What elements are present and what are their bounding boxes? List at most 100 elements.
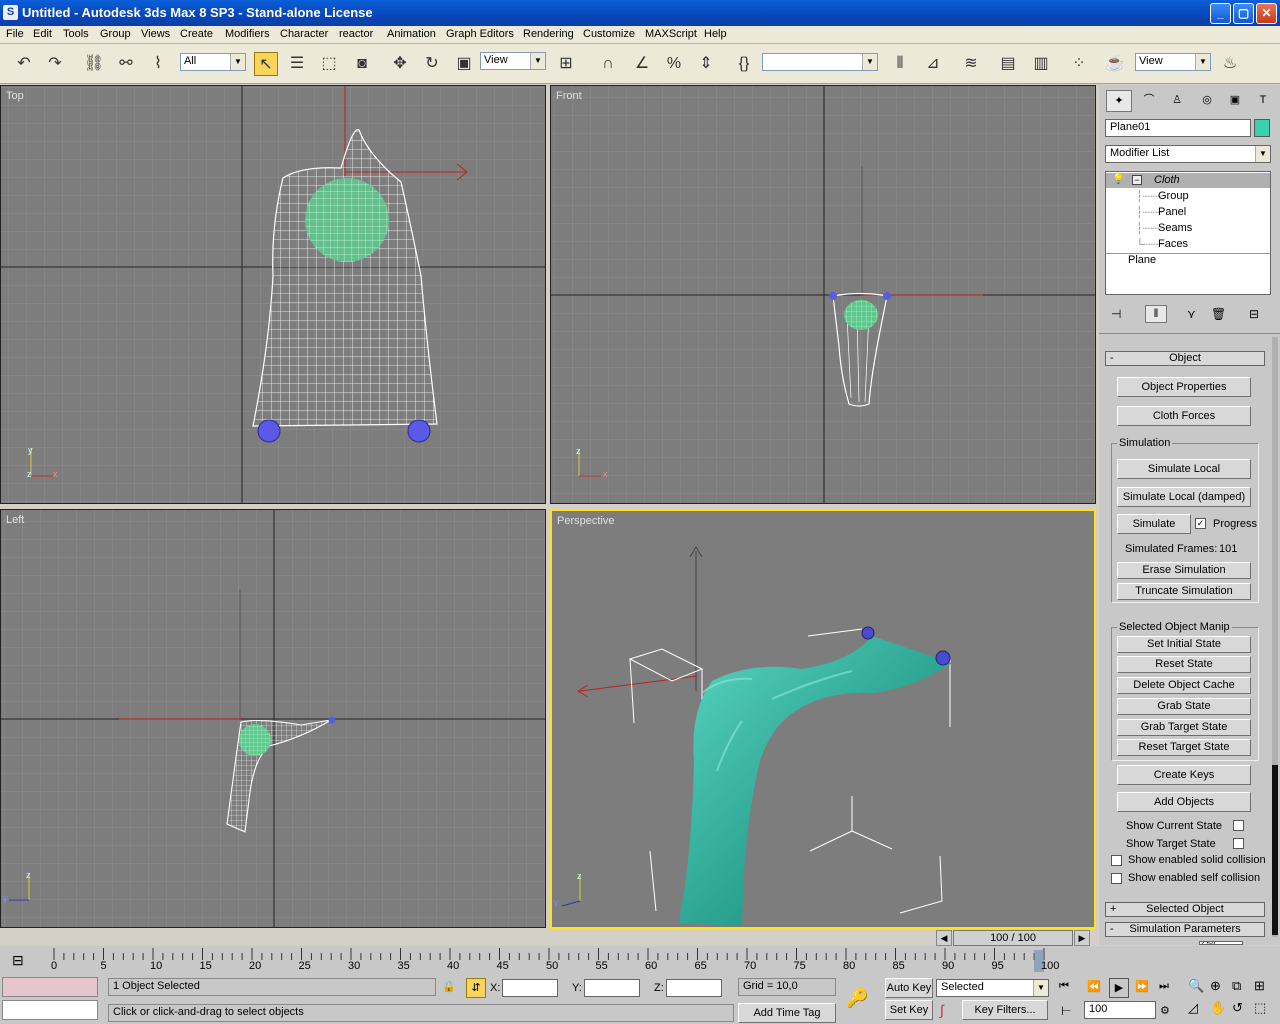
go-to-start-icon[interactable]: ⏮ <box>1059 980 1069 993</box>
spinner-field[interactable]: 2.54 <box>1199 941 1243 945</box>
zoom-extents-icon[interactable]: ⧉ <box>1232 978 1241 994</box>
menu-file[interactable]: File <box>6 28 24 40</box>
menu-animation[interactable]: Animation <box>387 28 436 40</box>
percent-snap-icon[interactable]: % <box>662 52 686 76</box>
pan-icon[interactable]: ✋ <box>1210 1000 1226 1016</box>
stack-item-faces[interactable]: Faces <box>1158 238 1188 250</box>
select-and-link-icon[interactable]: ⛓ <box>82 52 106 76</box>
viewport-label-top[interactable]: Top <box>6 90 24 102</box>
pivot-center-icon[interactable]: ⊞ <box>554 52 578 76</box>
edit-named-selection-icon[interactable]: {} <box>732 52 756 76</box>
close-button[interactable]: ✕ <box>1256 3 1277 24</box>
previous-frame-arrow[interactable]: ◀ <box>936 930 952 946</box>
viewport-label-perspective[interactable]: Perspective <box>557 515 614 527</box>
set-key-button[interactable]: Set Key <box>885 1000 933 1020</box>
selection-filter-dropdown[interactable]: All ▼ <box>180 53 246 71</box>
select-object-icon[interactable]: ↖ <box>254 52 278 76</box>
zoom-icon[interactable]: 🔍 <box>1188 978 1204 994</box>
grab-target-state-button[interactable]: Grab Target State <box>1117 719 1251 736</box>
stack-item-cloth-row[interactable] <box>1106 173 1270 188</box>
key-tangent-icon[interactable]: ∫ <box>940 1002 944 1018</box>
delete-object-cache-button[interactable]: Delete Object Cache <box>1117 677 1251 694</box>
key-mode-dropdown[interactable]: Selected ▼ <box>936 979 1049 997</box>
y-coordinate-field[interactable] <box>584 979 640 997</box>
remove-modifier-icon[interactable]: 🗑 <box>1211 307 1226 321</box>
unlink-icon[interactable]: ⚯ <box>114 52 138 76</box>
render-scene-icon[interactable]: ☕ <box>1103 52 1127 76</box>
modify-tab-icon[interactable]: ⌒ <box>1136 90 1162 112</box>
simulate-local-damped-button[interactable]: Simulate Local (damped) <box>1117 487 1251 507</box>
reset-state-button[interactable]: Reset State <box>1117 656 1251 673</box>
menu-group[interactable]: Group <box>100 28 131 40</box>
curve-editor-icon[interactable]: ▤ <box>996 52 1020 76</box>
grab-state-button[interactable]: Grab State <box>1117 698 1251 715</box>
field-of-view-icon[interactable]: ◿ <box>1188 1000 1198 1016</box>
erase-simulation-button[interactable]: Erase Simulation <box>1117 562 1251 579</box>
angle-snap-icon[interactable]: ∠ <box>630 52 654 76</box>
material-editor-icon[interactable]: ⁘ <box>1067 52 1091 76</box>
named-selection-dropdown[interactable]: ▼ <box>762 53 878 71</box>
viewport-label-front[interactable]: Front <box>556 90 582 102</box>
mirror-icon[interactable]: ⫴ <box>888 52 912 76</box>
set-initial-state-button[interactable]: Set Initial State <box>1117 636 1251 653</box>
select-by-name-icon[interactable]: ☰ <box>285 52 309 76</box>
viewport-left[interactable]: z y Left <box>0 509 546 928</box>
reset-target-state-button[interactable]: Reset Target State <box>1117 739 1251 756</box>
add-objects-button[interactable]: Add Objects <box>1117 792 1251 812</box>
make-unique-icon[interactable]: ⋎ <box>1187 307 1196 321</box>
zoom-all-icon[interactable]: ⊕ <box>1210 978 1221 994</box>
next-key-icon[interactable]: ⏩ <box>1135 980 1149 993</box>
maximize-viewport-icon[interactable]: ⬚ <box>1254 1000 1266 1016</box>
absolute-mode-icon[interactable]: ⇵ <box>466 978 486 998</box>
window-crossing-icon[interactable]: ◙ <box>350 52 374 76</box>
utilities-tab-icon[interactable]: T <box>1250 90 1276 112</box>
display-tab-icon[interactable]: ▣ <box>1222 90 1248 112</box>
modifier-list-dropdown[interactable]: Modifier List ▼ <box>1105 145 1271 163</box>
stack-item-cloth[interactable]: Cloth <box>1154 174 1180 186</box>
object-color-swatch[interactable] <box>1254 119 1270 137</box>
menu-reactor[interactable]: reactor <box>339 28 373 40</box>
time-slider[interactable]: 100 / 100 <box>953 930 1073 946</box>
app-icon[interactable]: S <box>3 5 18 20</box>
viewport-label-left[interactable]: Left <box>6 514 24 526</box>
truncate-simulation-button[interactable]: Truncate Simulation <box>1117 583 1251 600</box>
viewport-top[interactable]: y z x Top <box>0 85 546 504</box>
menu-edit[interactable]: Edit <box>33 28 52 40</box>
select-and-scale-icon[interactable]: ▣ <box>452 52 476 76</box>
zoom-extents-all-icon[interactable]: ⊞ <box>1254 978 1265 994</box>
menu-graph-editors[interactable]: Graph Editors <box>446 28 514 40</box>
maxscript-listener-pink[interactable] <box>2 977 98 997</box>
configure-sets-icon[interactable]: ⊟ <box>1249 307 1259 321</box>
menu-modifiers[interactable]: Modifiers <box>225 28 270 40</box>
stack-item-plane[interactable]: Plane <box>1128 254 1156 266</box>
minimize-button[interactable]: _ <box>1210 3 1231 24</box>
simulate-button[interactable]: Simulate <box>1117 514 1191 534</box>
key-mode-toggle-icon[interactable]: ⊢ <box>1061 1004 1071 1018</box>
show-solid-collision-checkbox[interactable] <box>1111 855 1122 866</box>
z-coordinate-field[interactable] <box>666 979 722 997</box>
stack-item-panel[interactable]: Panel <box>1158 206 1186 218</box>
show-current-state-checkbox[interactable] <box>1233 820 1244 831</box>
object-name-field[interactable]: Plane01 <box>1105 119 1251 137</box>
open-mini-curve-editor-icon[interactable]: ⊟ <box>12 952 24 969</box>
collapse-icon[interactable]: − <box>1132 175 1142 185</box>
selected-object-rollout-header[interactable]: + Selected Object <box>1105 902 1265 917</box>
pin-stack-icon[interactable]: ⊣ <box>1111 307 1121 321</box>
next-frame-arrow[interactable]: ▶ <box>1074 930 1090 946</box>
hierarchy-tab-icon[interactable]: ♙ <box>1164 90 1190 112</box>
viewport-perspective[interactable]: z y Perspective <box>550 509 1096 929</box>
stack-item-group[interactable]: Group <box>1158 190 1189 202</box>
current-frame-field[interactable]: 100 <box>1084 1001 1156 1019</box>
align-icon[interactable]: ⊿ <box>921 52 945 76</box>
add-time-tag-button[interactable]: Add Time Tag <box>738 1003 836 1023</box>
menu-customize[interactable]: Customize <box>583 28 635 40</box>
viewport-front[interactable]: z x Front <box>550 85 1096 504</box>
cloth-forces-button[interactable]: Cloth Forces <box>1117 406 1251 426</box>
menu-tools[interactable]: Tools <box>63 28 89 40</box>
arc-rotate-icon[interactable]: ↺ <box>1232 1000 1243 1016</box>
undo-icon[interactable]: ↶ <box>12 52 36 76</box>
play-icon[interactable]: ▶ <box>1109 978 1129 998</box>
motion-tab-icon[interactable]: ◎ <box>1194 90 1220 112</box>
reference-coordinate-dropdown[interactable]: View ▼ <box>480 52 546 70</box>
previous-key-icon[interactable]: ⏪ <box>1087 980 1101 993</box>
